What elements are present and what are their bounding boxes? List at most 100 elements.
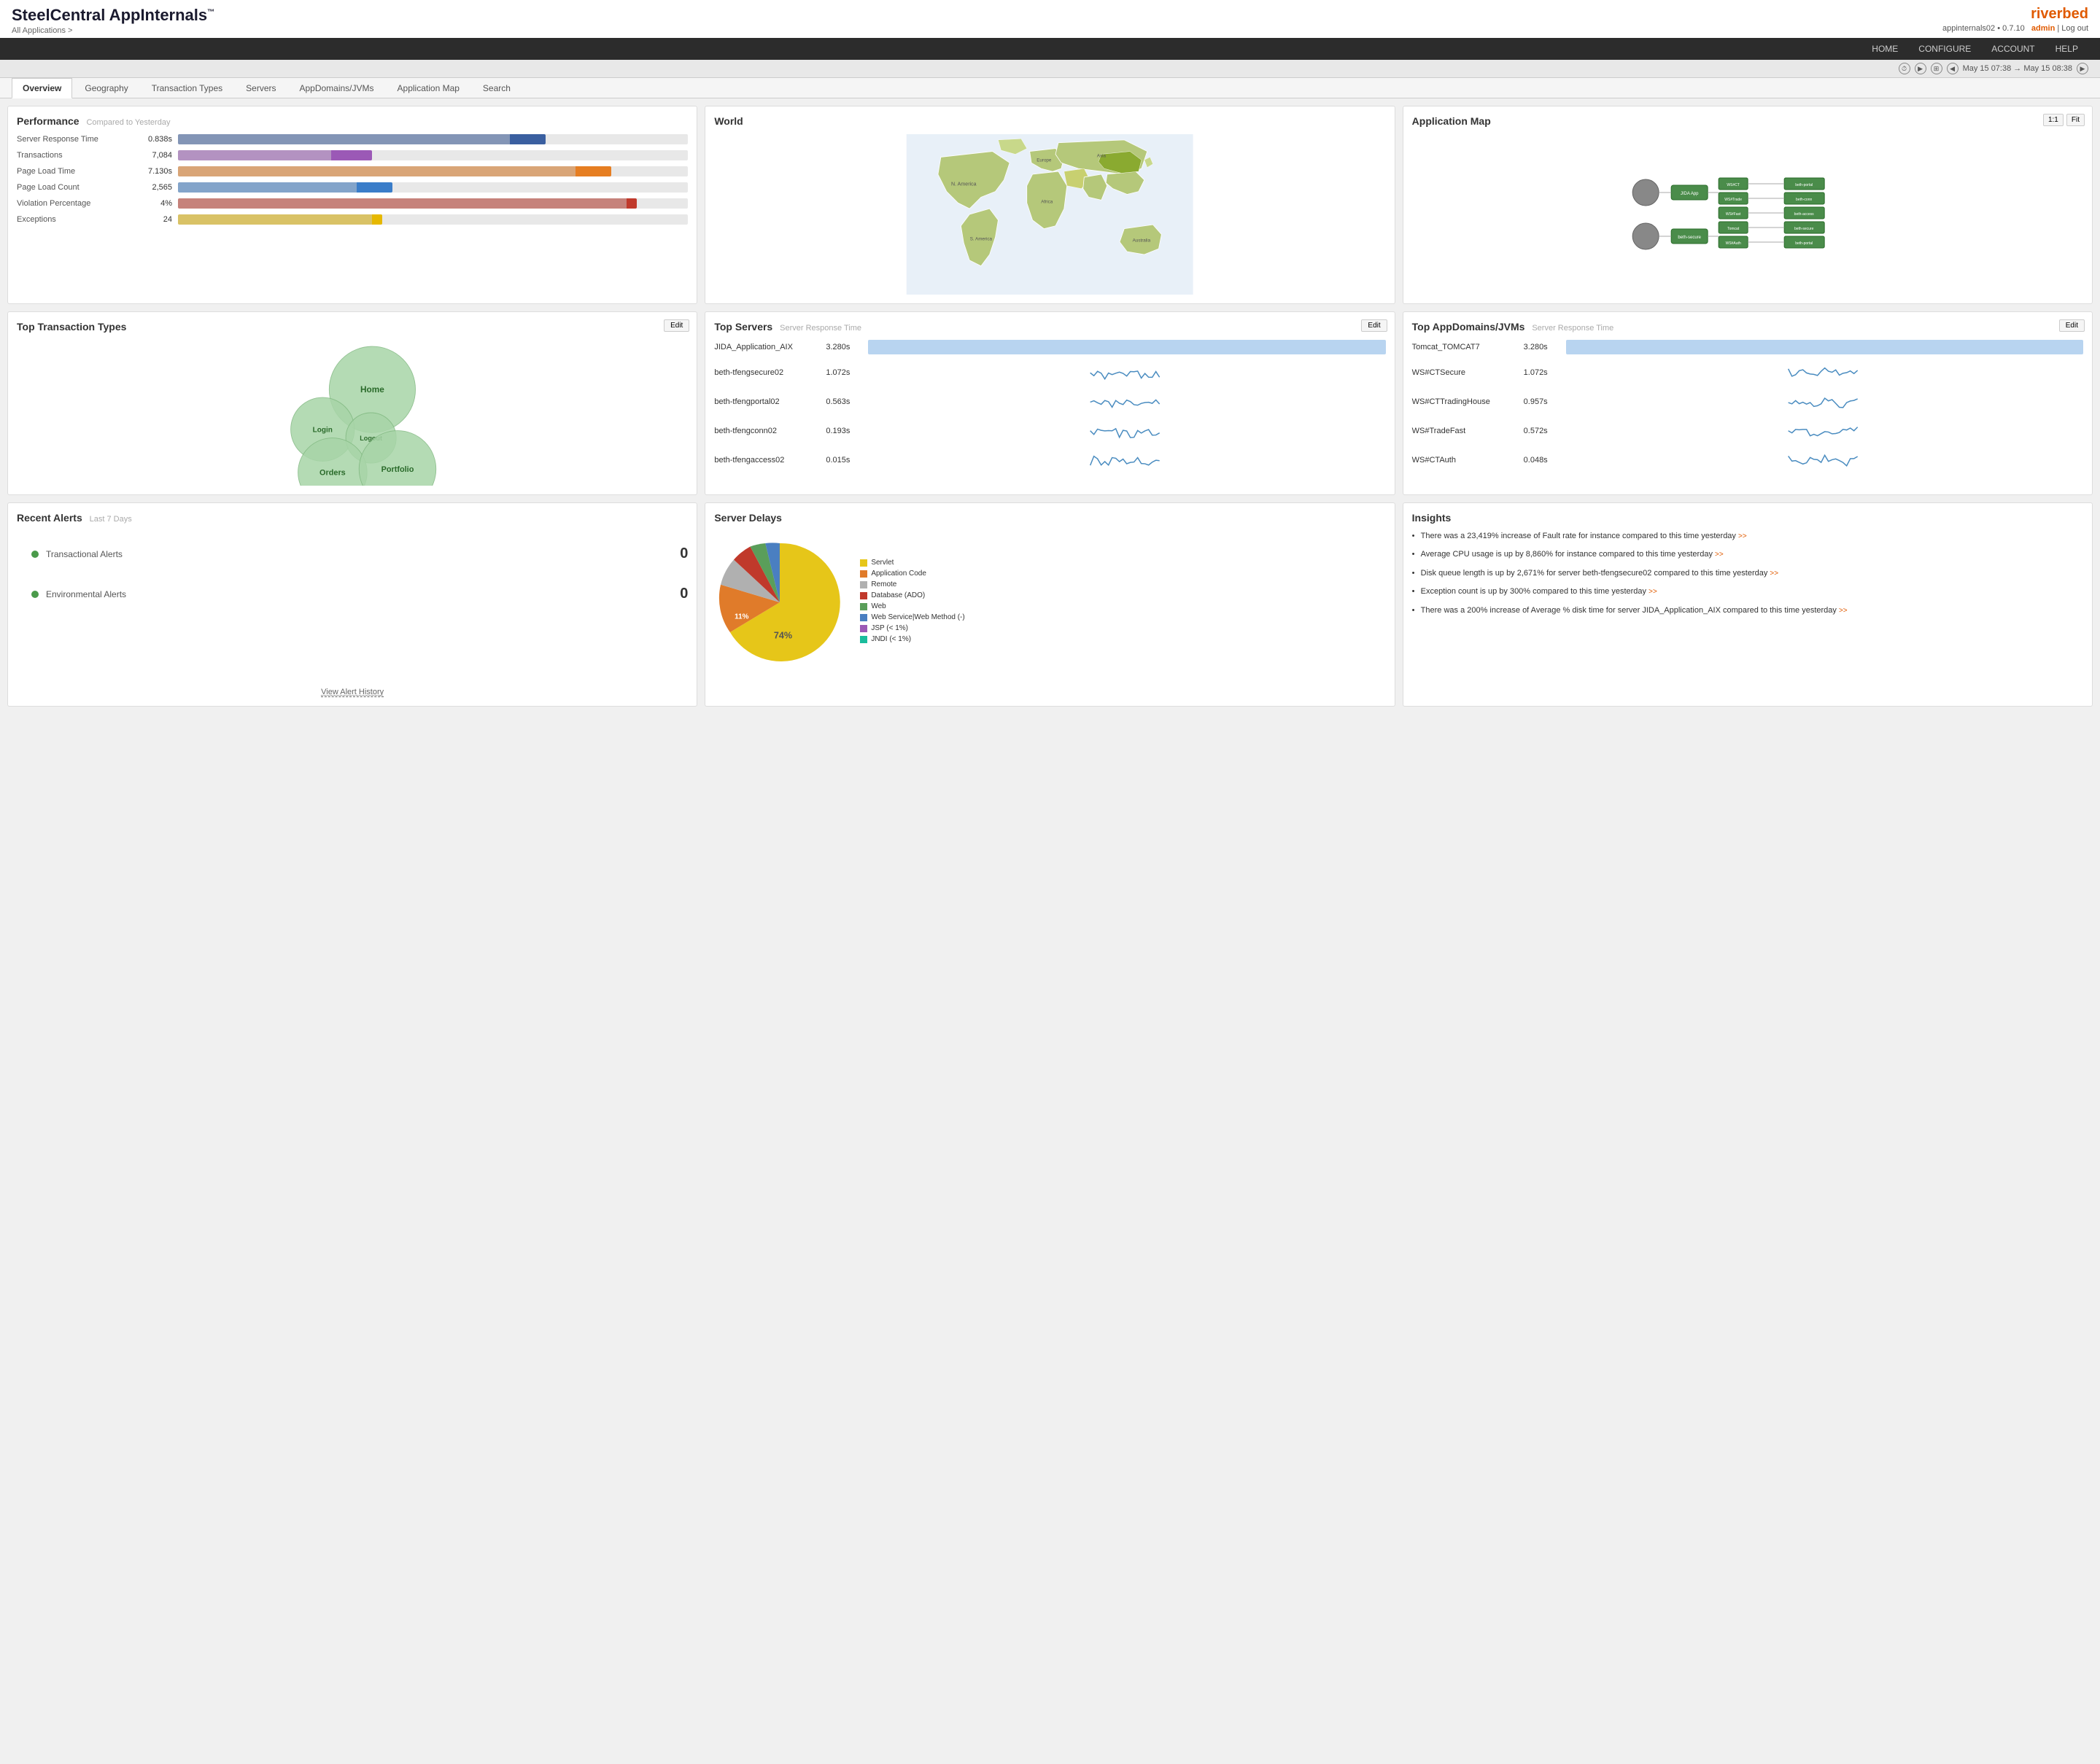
clock-icon[interactable]: ⏱ bbox=[1899, 63, 1910, 74]
environmental-alert-row: Environmental Alerts 0 bbox=[31, 586, 688, 602]
legend-item: Application Code bbox=[860, 570, 964, 578]
svg-text:beth-portal: beth-portal bbox=[1795, 183, 1813, 187]
top-transactions-edit[interactable]: Edit bbox=[664, 319, 689, 332]
insight-item: There was a 200% increase of Average % d… bbox=[1412, 605, 2083, 616]
nav-help[interactable]: HELP bbox=[2045, 38, 2088, 60]
top-appdomains-panel: Top AppDomains/JVMs Server Response Time… bbox=[1403, 311, 2093, 495]
svg-text:Tomcat: Tomcat bbox=[1727, 227, 1740, 231]
server-delays-panel: Server Delays 74% 11% bbox=[705, 502, 1395, 707]
server-row: beth-tfengsecure02 1.072s bbox=[714, 362, 1385, 384]
world-panel: World bbox=[705, 106, 1395, 304]
world-map[interactable]: N. America S. America Europe Africa Asia… bbox=[714, 134, 1385, 295]
svg-text:Login: Login bbox=[313, 426, 333, 434]
pie-container: 74% 11% Servlet Application Code Remote … bbox=[714, 529, 1385, 668]
svg-text:beth-portal: beth-portal bbox=[1795, 241, 1813, 246]
next-icon[interactable]: ▶ bbox=[2077, 63, 2088, 74]
play-icon[interactable]: ▶ bbox=[1915, 63, 1926, 74]
insight-link[interactable]: >> bbox=[1770, 570, 1778, 578]
svg-text:Portfolio: Portfolio bbox=[381, 465, 414, 474]
svg-text:S. America: S. America bbox=[970, 236, 993, 241]
performance-panel: Performance Compared to Yesterday Server… bbox=[7, 106, 697, 304]
time-bar: ⏱ ▶ ⊞ ◀ May 15 07:38 → May 15 08:38 ▶ bbox=[0, 60, 2100, 78]
performance-row: Server Response Time 0.838s bbox=[17, 134, 688, 144]
svg-text:Europe: Europe bbox=[1037, 158, 1053, 163]
svg-text:beth-access: beth-access bbox=[1794, 212, 1813, 217]
appdomain-row: WS#CTSecure 1.072s bbox=[1412, 362, 2083, 384]
performance-row: Exceptions 24 bbox=[17, 214, 688, 225]
tab-overview[interactable]: Overview bbox=[12, 78, 72, 98]
top-servers-panel: Top Servers Server Response Time Edit JI… bbox=[705, 311, 1395, 495]
header-info: appinternals02 • 0.7.10 admin | Log out bbox=[1942, 24, 2088, 33]
tab-transaction-types[interactable]: Transaction Types bbox=[141, 78, 233, 98]
legend-item: Web Service|Web Method (-) bbox=[860, 613, 964, 621]
top-transactions-panel: Top Transaction Types Edit Home Login Lo… bbox=[7, 311, 697, 495]
insight-item: Average CPU usage is up by 8,860% for in… bbox=[1412, 549, 2083, 560]
insight-item: There was a 23,419% increase of Fault ra… bbox=[1412, 531, 2083, 542]
map-btn-fit[interactable]: Fit bbox=[2066, 114, 2085, 126]
top-appdomains-edit[interactable]: Edit bbox=[2059, 319, 2085, 332]
nav-home[interactable]: HOME bbox=[1861, 38, 1908, 60]
insight-item: Disk queue length is up by 2,671% for se… bbox=[1412, 568, 2083, 579]
svg-text:beth-secure: beth-secure bbox=[1794, 227, 1814, 231]
performance-title: Performance Compared to Yesterday bbox=[17, 115, 688, 127]
grid-icon[interactable]: ⊞ bbox=[1931, 63, 1942, 74]
prev-icon[interactable]: ◀ bbox=[1947, 63, 1958, 74]
main-content: Performance Compared to Yesterday Server… bbox=[0, 98, 2100, 714]
nav-configure[interactable]: CONFIGURE bbox=[1908, 38, 1981, 60]
tab-servers[interactable]: Servers bbox=[235, 78, 287, 98]
svg-text:WS#Fast: WS#Fast bbox=[1726, 212, 1741, 217]
performance-row: Page Load Count 2,565 bbox=[17, 182, 688, 193]
top-transactions-title: Top Transaction Types bbox=[17, 321, 688, 333]
pie-legend: Servlet Application Code Remote Database… bbox=[860, 559, 964, 646]
tab-application-map[interactable]: Application Map bbox=[387, 78, 470, 98]
time-range: May 15 07:38 → May 15 08:38 bbox=[1963, 64, 2072, 73]
environmental-dot bbox=[31, 591, 39, 598]
top-servers-edit[interactable]: Edit bbox=[1361, 319, 1387, 332]
legend-item: Servlet bbox=[860, 559, 964, 567]
recent-alerts-panel: Recent Alerts Last 7 Days Transactional … bbox=[7, 502, 697, 707]
svg-text:Home: Home bbox=[360, 384, 384, 395]
legend-item: Database (ADO) bbox=[860, 591, 964, 599]
legend-item: JSP (< 1%) bbox=[860, 624, 964, 632]
insight-link[interactable]: >> bbox=[1839, 607, 1848, 615]
app-map-panel: Application Map 1:1 Fit bbox=[1403, 106, 2093, 304]
server-row: beth-tfengaccess02 0.015s bbox=[714, 449, 1385, 471]
legend-item: Remote bbox=[860, 580, 964, 588]
svg-text:WS#CT: WS#CT bbox=[1727, 183, 1740, 187]
insight-link[interactable]: >> bbox=[1648, 588, 1657, 596]
transactional-label: Transactional Alerts bbox=[46, 549, 673, 559]
environmental-count: 0 bbox=[680, 586, 688, 602]
top-appdomains-title: Top AppDomains/JVMs Server Response Time bbox=[1412, 321, 2083, 333]
transactional-count: 0 bbox=[680, 545, 688, 562]
legend-item: JNDI (< 1%) bbox=[860, 635, 964, 643]
appdomain-row: WS#CTAuth 0.048s bbox=[1412, 449, 2083, 471]
nav-account[interactable]: ACCOUNT bbox=[1981, 38, 2045, 60]
server-row: beth-tfengportal02 0.563s bbox=[714, 391, 1385, 413]
server-row: JIDA_Application_AIX 3.280s bbox=[714, 340, 1385, 354]
transactional-dot bbox=[31, 551, 39, 558]
insight-item: Exception count is up by 300% compared t… bbox=[1412, 586, 2083, 597]
recent-alerts-title: Recent Alerts Last 7 Days bbox=[17, 512, 688, 524]
view-alert-history-link[interactable]: View Alert History bbox=[321, 688, 384, 697]
tabs: Overview Geography Transaction Types Ser… bbox=[0, 78, 2100, 98]
performance-row: Violation Percentage 4% bbox=[17, 198, 688, 209]
tab-geography[interactable]: Geography bbox=[74, 78, 139, 98]
svg-text:JIDA App: JIDA App bbox=[1680, 192, 1698, 196]
svg-text:Asia: Asia bbox=[1097, 153, 1107, 158]
svg-text:11%: 11% bbox=[735, 613, 749, 621]
world-title: World bbox=[714, 115, 1385, 127]
insight-link[interactable]: >> bbox=[1738, 532, 1747, 540]
top-servers-title: Top Servers Server Response Time bbox=[714, 321, 1385, 333]
server-row: beth-tfengconn02 0.193s bbox=[714, 420, 1385, 442]
all-apps-link[interactable]: All Applications > bbox=[12, 26, 214, 35]
appdomain-row: Tomcat_TOMCAT7 3.280s bbox=[1412, 340, 2083, 354]
svg-text:WS#Auth: WS#Auth bbox=[1725, 241, 1740, 246]
insights-panel: Insights There was a 23,419% increase of… bbox=[1403, 502, 2093, 707]
svg-text:beth-conn: beth-conn bbox=[1796, 198, 1812, 202]
insight-link[interactable]: >> bbox=[1715, 551, 1724, 559]
tab-search[interactable]: Search bbox=[472, 78, 522, 98]
map-btn-1to1[interactable]: 1:1 bbox=[2043, 114, 2064, 126]
app-title: SteelCentral AppInternals™ bbox=[12, 6, 214, 25]
top-header: SteelCentral AppInternals™ All Applicati… bbox=[0, 0, 2100, 38]
tab-appdomains[interactable]: AppDomains/JVMs bbox=[288, 78, 384, 98]
